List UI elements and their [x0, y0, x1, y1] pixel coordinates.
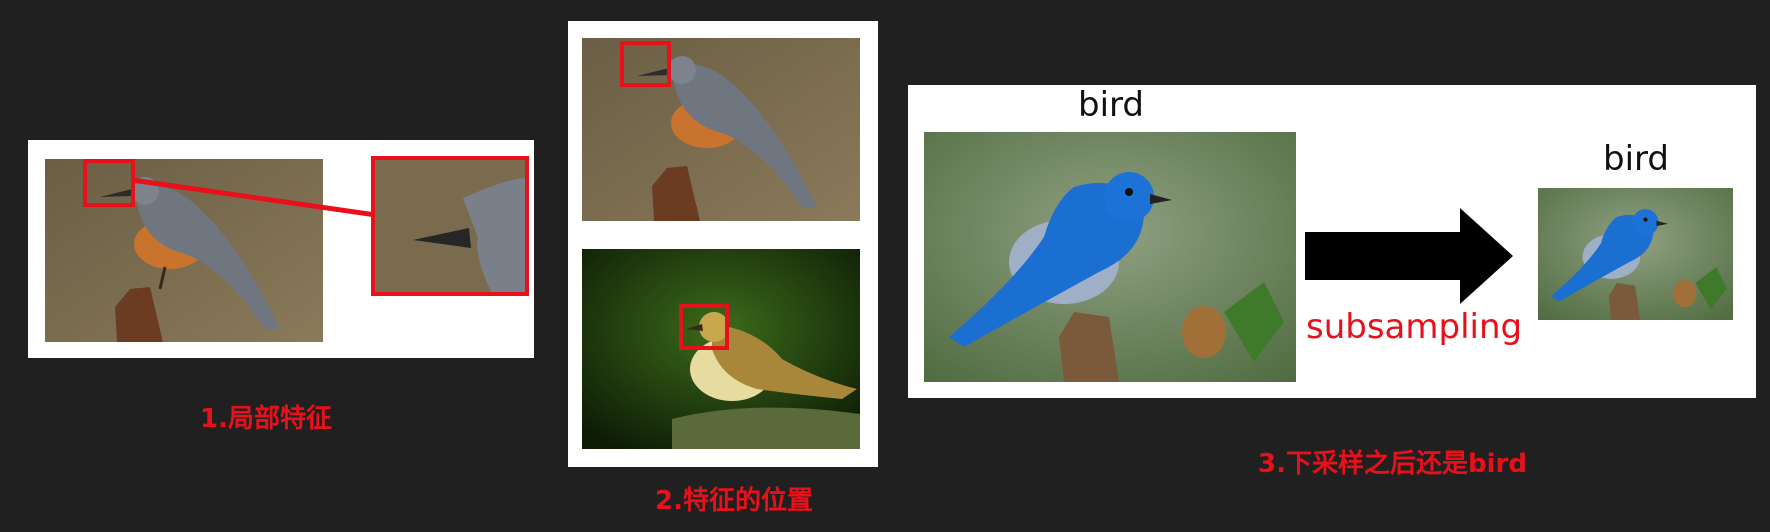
- label-bird-small: bird: [1603, 139, 1669, 179]
- label-bird-large: bird: [1078, 85, 1144, 125]
- caption-feature-position: 2.特征的位置: [655, 486, 813, 516]
- beak-box-bottom: [679, 304, 729, 350]
- label-subsampling: subsampling: [1306, 307, 1523, 347]
- zoom-arrow: [131, 177, 404, 228]
- caption-subsampling: 3.下采样之后还是bird: [1258, 449, 1527, 479]
- zoom-frame: [371, 156, 529, 296]
- caption-local-feature: 1.局部特征: [200, 404, 332, 434]
- panel-feature-position: [568, 21, 878, 467]
- photo-bluebird-large: [924, 132, 1296, 382]
- photo-bluebird-small: [1538, 188, 1733, 320]
- beak-box-top: [620, 41, 671, 87]
- subsampling-arrow: [1305, 208, 1513, 304]
- panel-subsampling: bird subsampling bird: [908, 85, 1756, 398]
- panel-local-feature: [28, 140, 534, 358]
